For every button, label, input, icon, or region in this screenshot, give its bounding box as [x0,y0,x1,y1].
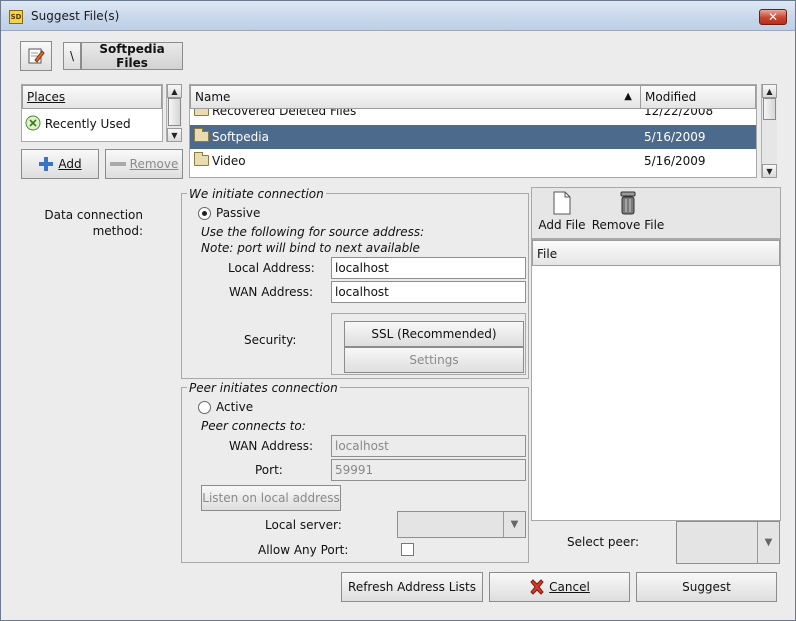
list-item[interactable]: Video 5/16/2009 [190,149,756,173]
chevron-down-icon: ▼ [503,512,525,537]
edit-path-button[interactable] [20,41,52,71]
trash-icon [620,191,636,215]
active-label[interactable]: Active [216,400,253,414]
minus-icon [109,162,126,166]
list-item[interactable]: Recovered Deleted Files 12/22/2008 [190,109,756,123]
select-peer-combo[interactable]: ▼ [676,521,780,564]
sort-ascending-icon: ▲ [624,91,632,102]
plus-icon [39,157,54,171]
allow-any-port-label: Allow Any Port: [258,543,349,557]
folder-icon [194,128,209,142]
data-connection-method-label: Data connection method: [44,208,143,238]
folder-icon [194,109,209,116]
suggest-files-window: SD Suggest File(s) ✕ \ Softpedia Files P… [0,0,796,621]
remove-label: Remove [129,157,179,171]
file-list: Name ▲ Modified Recovered Deleted Files … [189,84,757,178]
passive-radio[interactable] [198,207,211,220]
local-address-label: Local Address: [228,261,315,275]
cancel-label: Cancel [549,580,590,594]
add-file-button[interactable]: Add File [535,191,589,237]
port-input[interactable]: 59991 [331,459,526,481]
places-header[interactable]: Places [22,85,162,109]
remove-file-button[interactable]: Remove File [591,191,665,237]
remove-place-button[interactable]: Remove [105,149,183,179]
peer-connects-to-label: Peer connects to: [201,419,306,433]
suggested-files-list: File [531,239,781,521]
add-label: Add [58,157,82,171]
chevron-down-icon: ▼ [757,522,779,563]
cancel-button[interactable]: Cancel [489,572,630,602]
add-file-label: Add File [538,218,586,232]
edit-icon [28,48,45,64]
app-icon: SD [9,10,23,24]
local-address-input[interactable]: localhost [331,257,526,279]
peer-wan-address-input[interactable]: localhost [331,435,526,457]
scroll-down-icon[interactable]: ▼ [762,164,777,178]
list-item-selected[interactable]: Softpedia 5/16/2009 [190,125,756,149]
listen-on-local-address-button[interactable]: Listen on local address [201,485,341,511]
close-button[interactable]: ✕ [759,9,787,25]
port-bind-note: Note: port will bind to next available [201,241,420,255]
refresh-address-lists-button[interactable]: Refresh Address Lists [341,572,483,602]
ssl-recommended-button[interactable]: SSL (Recommended) [344,321,524,347]
remove-file-label: Remove File [591,218,665,232]
column-header-name[interactable]: Name ▲ [190,85,641,109]
path-segment-button[interactable]: Softpedia Files [81,42,183,70]
peer-wan-address-label: WAN Address: [229,439,314,453]
we-initiate-title: We initiate connection [187,187,326,201]
places-item-label: Recently Used [44,117,131,131]
source-address-note: Use the following for source address: [201,225,425,239]
places-item-recently-used[interactable]: Recently Used [25,113,161,135]
security-label: Security: [244,333,297,347]
port-label: Port: [255,463,283,477]
allow-any-port-checkbox[interactable] [401,543,414,556]
window-title: Suggest File(s) [31,9,120,23]
local-server-label: Local server: [265,518,342,532]
scroll-up-icon[interactable]: ▲ [167,84,182,98]
file-list-scrollbar[interactable]: ▲ ▼ [761,84,777,178]
local-server-select[interactable]: ▼ [397,511,526,538]
cancel-icon [530,579,544,595]
document-icon [553,191,571,215]
path-root-button[interactable]: \ [63,42,81,70]
folder-icon [194,152,209,166]
peer-initiates-title: Peer initiates connection [187,381,340,395]
scroll-thumb[interactable] [168,98,181,126]
column-header-file[interactable]: File [532,240,780,266]
scroll-up-icon[interactable]: ▲ [762,84,777,98]
column-header-modified[interactable]: Modified [640,85,756,109]
suggest-button[interactable]: Suggest [636,572,777,602]
places-pane: Places Recently Used [21,84,163,142]
scroll-down-icon[interactable]: ▼ [167,128,182,142]
wan-address-label: WAN Address: [229,285,314,299]
add-place-button[interactable]: Add [21,149,99,179]
wan-address-input[interactable]: localhost [331,281,526,303]
title-bar: SD Suggest File(s) ✕ [1,1,795,31]
recently-used-icon [25,115,41,131]
places-scrollbar[interactable]: ▲ ▼ [166,84,182,142]
passive-label[interactable]: Passive [216,206,260,220]
ssl-settings-button[interactable]: Settings [344,347,524,373]
scroll-thumb[interactable] [763,98,776,120]
active-radio[interactable] [198,401,211,414]
select-peer-label: Select peer: [567,535,639,549]
